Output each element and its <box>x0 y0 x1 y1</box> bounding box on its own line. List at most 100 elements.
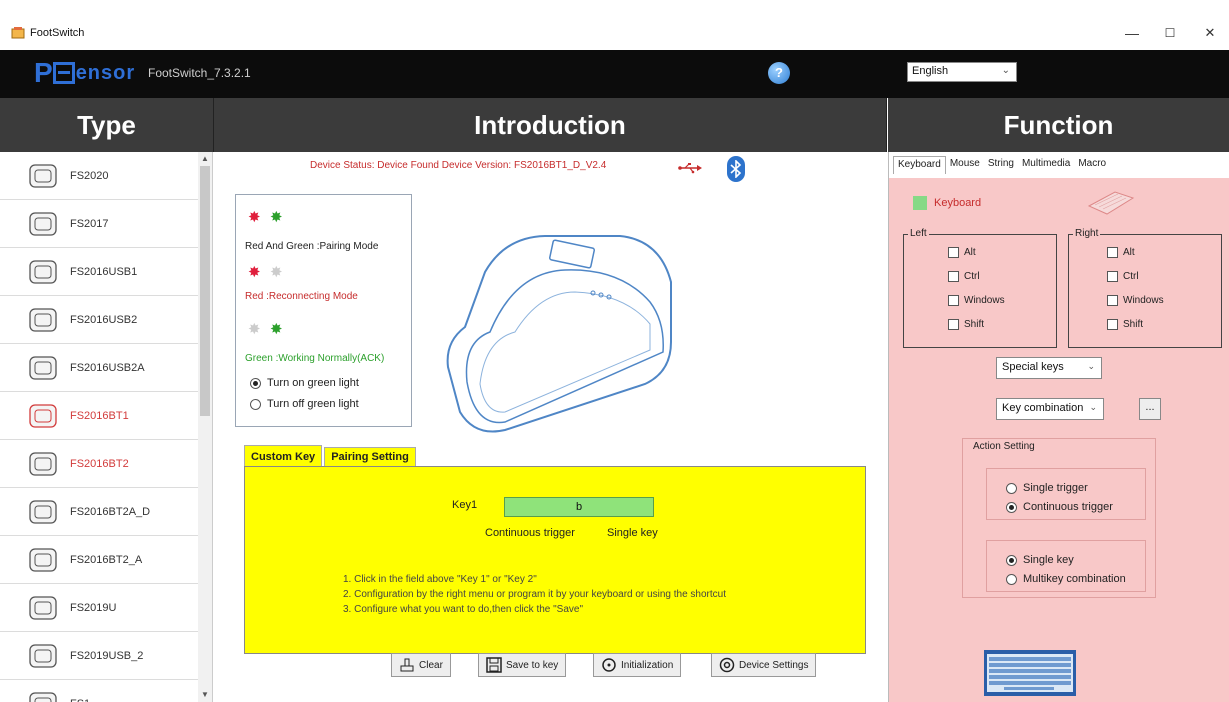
device-type-label: FS2016BT1 <box>70 410 129 422</box>
checkbox-box <box>1107 295 1118 306</box>
device-type-item[interactable]: FS2017 <box>0 200 198 248</box>
function-heading: Function <box>888 98 1229 152</box>
instruction-line: 2. Configuration by the right menu or pr… <box>343 589 726 600</box>
red-led-icon: ✸ <box>248 209 261 226</box>
device-type-label: FS2016BT2 <box>70 458 129 470</box>
reconnecting-mode-text: Red :Reconnecting Mode <box>245 291 358 302</box>
device-type-item[interactable]: FS2019U <box>0 584 198 632</box>
tab-macro[interactable]: Macro <box>1074 156 1110 174</box>
special-keys-select[interactable]: Special keys ⌄ <box>996 357 1102 379</box>
chevron-down-icon: ⌄ <box>1001 65 1010 76</box>
save-to-key-button[interactable]: Save to key <box>478 653 567 677</box>
function-panel: Keyboard Mouse String Multimedia Macro K… <box>888 152 1229 702</box>
device-type-item[interactable]: FS2016USB2 <box>0 296 198 344</box>
logo-p: P <box>34 57 53 88</box>
radio-indicator <box>1006 482 1017 494</box>
dual-round-icon <box>29 644 57 668</box>
key1-field[interactable]: b <box>504 497 654 517</box>
device-type-item[interactable]: FS2016USB1 <box>0 248 198 296</box>
turn-on-green-radio[interactable]: Turn on green light <box>250 377 359 389</box>
multikey-combination-radio[interactable]: Multikey combination <box>1006 573 1126 585</box>
flat-pedal-icon <box>29 212 57 236</box>
single-key-label: Single key <box>1023 554 1074 566</box>
chevron-down-icon: ⌄ <box>1089 402 1097 412</box>
right-alt-checkbox[interactable]: Alt <box>1107 247 1135 258</box>
single-trigger-radio[interactable]: Single trigger <box>1006 482 1088 494</box>
scrollbar-thumb[interactable] <box>200 166 210 416</box>
green-led-icon: ✸ <box>270 209 283 226</box>
alt-label: Alt <box>964 247 976 258</box>
device-type-label: FS2016USB2A <box>70 362 145 374</box>
scroll-up-icon[interactable]: ▲ <box>201 154 209 163</box>
device-type-item[interactable]: FS2016BT2A_D <box>0 488 198 536</box>
device-settings-button[interactable]: Device Settings <box>711 653 817 677</box>
single-pedal-icon <box>29 260 57 284</box>
title-bar: FootSwitch — ☐ ✕ <box>0 22 1229 44</box>
device-type-item[interactable]: FS2020 <box>0 152 198 200</box>
shift-label: Shift <box>1123 319 1144 330</box>
scroll-down-icon[interactable]: ▼ <box>201 690 209 699</box>
arch-pedal-icon <box>29 548 57 572</box>
reset-icon <box>602 658 616 672</box>
bt-pedal-icon <box>29 404 57 428</box>
off-led-icon: ✸ <box>270 264 283 281</box>
tab-multimedia[interactable]: Multimedia <box>1018 156 1074 174</box>
right-shift-checkbox[interactable]: Shift <box>1107 319 1143 330</box>
list-scrollbar[interactable]: ▲ ▼ <box>198 152 212 702</box>
window-title: FootSwitch <box>30 27 85 39</box>
virtual-keyboard-icon[interactable] <box>984 650 1076 696</box>
off-led-icon: ✸ <box>248 321 261 338</box>
device-type-item[interactable]: FS2016USB2A <box>0 344 198 392</box>
keyboard-icon <box>1087 191 1135 215</box>
tab-string[interactable]: String <box>984 156 1018 174</box>
left-alt-checkbox[interactable]: Alt <box>948 247 976 258</box>
close-button[interactable]: ✕ <box>1194 22 1226 44</box>
single-trigger-label: Single trigger <box>1023 482 1088 494</box>
maximize-button[interactable]: ☐ <box>1154 22 1186 44</box>
right-ctrl-checkbox[interactable]: Ctrl <box>1107 271 1139 282</box>
single-key-radio[interactable]: Single key <box>1006 554 1074 566</box>
logo-e-mark <box>52 62 75 84</box>
turn-on-label: Turn on green light <box>267 377 359 389</box>
more-options-button[interactable]: ... <box>1139 398 1161 420</box>
left-ctrl-checkbox[interactable]: Ctrl <box>948 271 980 282</box>
turn-off-green-radio[interactable]: Turn off green light <box>250 398 359 410</box>
left-legend: Left <box>908 228 929 239</box>
left-windows-checkbox[interactable]: Windows <box>948 295 1005 306</box>
tab-custom-key[interactable]: Custom Key <box>244 445 323 467</box>
key-combination-select[interactable]: Key combination ⌄ <box>996 398 1104 420</box>
clear-button[interactable]: Clear <box>391 653 451 677</box>
double-pedal-icon <box>29 452 57 476</box>
device-type-label: FS2017 <box>70 218 109 230</box>
pairing-mode-text: Red And Green :Pairing Mode <box>245 241 379 252</box>
multikey-label: Multikey combination <box>1023 573 1126 585</box>
chevron-down-icon: ⌄ <box>1087 361 1095 371</box>
continuous-trigger-radio[interactable]: Continuous trigger <box>1006 501 1113 513</box>
language-select[interactable]: English ⌄ <box>907 62 1017 82</box>
app-icon <box>11 27 25 39</box>
left-shift-checkbox[interactable]: Shift <box>948 319 984 330</box>
device-type-item[interactable]: FS2016BT2_A <box>0 536 198 584</box>
function-tabs: Keyboard Mouse String Multimedia Macro <box>889 152 1229 178</box>
ctrl-label: Ctrl <box>964 271 980 282</box>
device-type-item[interactable]: FS2019USB_2 <box>0 632 198 680</box>
shift-label: Shift <box>964 319 985 330</box>
key1-label: Key1 <box>452 499 478 511</box>
turn-off-label: Turn off green light <box>267 398 359 410</box>
tab-mouse[interactable]: Mouse <box>946 156 984 174</box>
radio-indicator <box>250 377 261 389</box>
device-type-item[interactable]: FS2016BT2 <box>0 440 198 488</box>
initialization-button[interactable]: Initialization <box>593 653 682 677</box>
green-led-icon: ✸ <box>270 321 283 338</box>
right-legend: Right <box>1073 228 1101 239</box>
minimize-button[interactable]: — <box>1116 22 1148 44</box>
device-type-label: FS2016USB1 <box>70 266 138 278</box>
help-icon[interactable]: ? <box>768 62 790 84</box>
settings-icon <box>719 657 735 673</box>
tab-keyboard[interactable]: Keyboard <box>893 156 946 174</box>
led-status-box: ✸ ✸ Red And Green :Pairing Mode ✸ ✸ Red … <box>235 194 412 427</box>
device-type-item[interactable]: FS2016BT1 <box>0 392 198 440</box>
device-type-item[interactable]: FS1 <box>0 680 198 702</box>
right-windows-checkbox[interactable]: Windows <box>1107 295 1164 306</box>
tab-pairing-setting[interactable]: Pairing Setting <box>324 447 416 467</box>
